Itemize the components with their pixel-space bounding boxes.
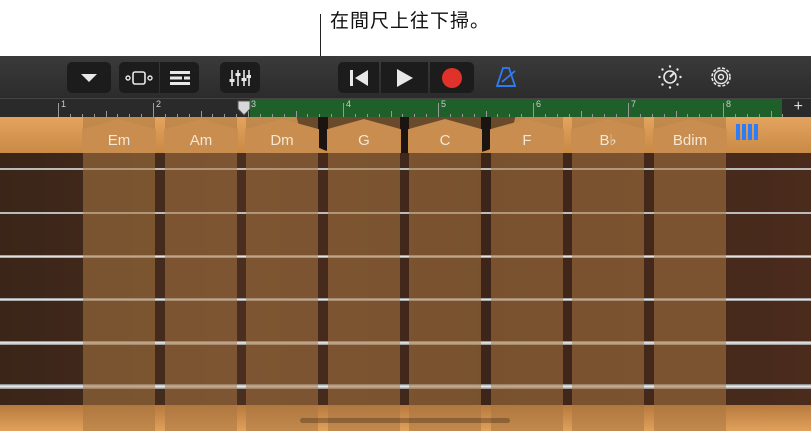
control-bar [0, 56, 811, 98]
ruler-bar-tick [153, 103, 154, 118]
ruler-bar-tick [723, 103, 724, 118]
ruler-bar-tick [628, 103, 629, 118]
chord-label: G [358, 132, 370, 149]
ruler-bar-tick [58, 103, 59, 118]
tracks-view-icon [125, 70, 153, 85]
tracks-view-button[interactable] [119, 62, 159, 93]
ruler-bar-number: 5 [441, 99, 447, 109]
ruler-bar-tick [533, 103, 534, 118]
chord-label: Am [189, 132, 213, 149]
chord-label: B♭ [599, 132, 617, 149]
chord-strip[interactable] [246, 117, 318, 431]
ruler-bar-tick [343, 103, 344, 118]
chord-strip[interactable] [491, 117, 563, 431]
chord-strip[interactable] [572, 117, 644, 431]
settings-button[interactable] [708, 64, 734, 95]
browser-button[interactable] [67, 62, 111, 93]
metronome-icon [495, 67, 517, 87]
chord-strip[interactable] [328, 117, 400, 431]
metronome-button[interactable] [493, 66, 519, 93]
chord-label: Bdim [672, 132, 708, 149]
home-indicator [300, 418, 510, 423]
ruler-bar-number: 6 [536, 99, 542, 109]
ruler-bar-number: 7 [631, 99, 637, 109]
list-view-icon [169, 70, 190, 85]
play-icon [396, 68, 413, 87]
ruler-bar-number: 8 [726, 99, 732, 109]
mixer-icon [229, 69, 251, 86]
ruler-bar-number: 3 [251, 99, 257, 109]
ruler-bar-number: 4 [346, 99, 352, 109]
chord-view-toggle-icon[interactable] [736, 124, 758, 140]
chord-label: F [522, 132, 532, 149]
playhead-icon[interactable] [237, 100, 251, 116]
chord-strip[interactable] [654, 117, 726, 431]
ruler-bar-tick [438, 103, 439, 118]
chord-strip[interactable] [165, 117, 237, 431]
timeline-ruler[interactable]: 1 2 3 4 5 6 7 8 + [0, 98, 811, 118]
callout-text: 在間尺上往下掃。 [330, 10, 491, 32]
play-button[interactable] [381, 62, 428, 93]
chord-label: Dm [270, 132, 294, 149]
chevron-down-icon [81, 73, 97, 82]
cycle-region[interactable] [250, 99, 782, 118]
gear-icon [711, 67, 731, 87]
add-section-button[interactable]: + [794, 98, 803, 116]
rewind-button[interactable] [338, 62, 379, 93]
list-view-button[interactable] [160, 62, 199, 93]
mixer-button[interactable] [220, 62, 260, 93]
chord-strip[interactable] [409, 117, 481, 431]
record-icon [442, 67, 462, 88]
record-button[interactable] [430, 62, 474, 93]
ruler-bar-number: 1 [61, 99, 67, 109]
chord-label: Em [107, 132, 131, 149]
settings-brightness-button[interactable] [657, 64, 683, 95]
ruler-bar-number: 2 [156, 99, 162, 109]
brightness-icon [658, 65, 682, 89]
chord-strip[interactable] [83, 117, 155, 431]
rewind-icon [349, 69, 368, 86]
chord-label: C [439, 132, 451, 149]
